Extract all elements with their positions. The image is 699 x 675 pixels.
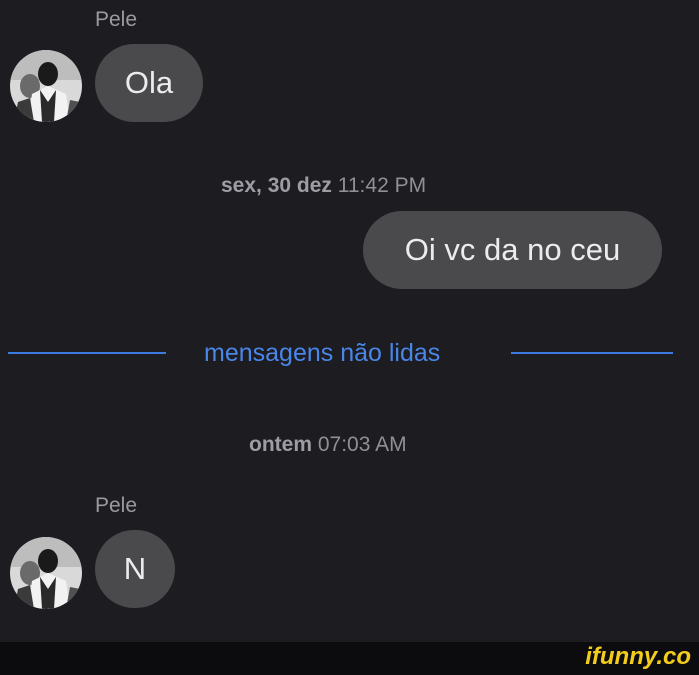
avatar[interactable] xyxy=(10,50,82,122)
received-message-bubble[interactable]: N xyxy=(95,530,175,608)
unread-divider-line-left xyxy=(8,352,166,354)
profile-photo-icon xyxy=(10,50,82,122)
timestamp-divider: ontem 07:03 AM xyxy=(249,433,407,457)
avatar[interactable] xyxy=(10,537,82,609)
sender-name: Pele xyxy=(95,8,138,31)
timestamp-divider: sex, 30 dez 11:42 PM xyxy=(221,174,426,198)
profile-photo-icon xyxy=(10,537,82,609)
received-message-bubble[interactable]: Ola xyxy=(95,44,203,122)
timestamp-time: 07:03 AM xyxy=(317,433,407,456)
unread-divider-line-right xyxy=(511,352,673,354)
timestamp-day: ontem xyxy=(249,433,312,456)
unread-messages-label: mensagens não lidas xyxy=(204,339,441,367)
watermark-logo: ifunny.co xyxy=(585,643,691,670)
timestamp-time: 11:42 PM xyxy=(337,174,427,197)
sent-message-bubble[interactable]: Oi vc da no ceu xyxy=(363,211,662,289)
sender-name: Pele xyxy=(95,494,138,517)
timestamp-day: sex, 30 dez xyxy=(221,174,332,197)
